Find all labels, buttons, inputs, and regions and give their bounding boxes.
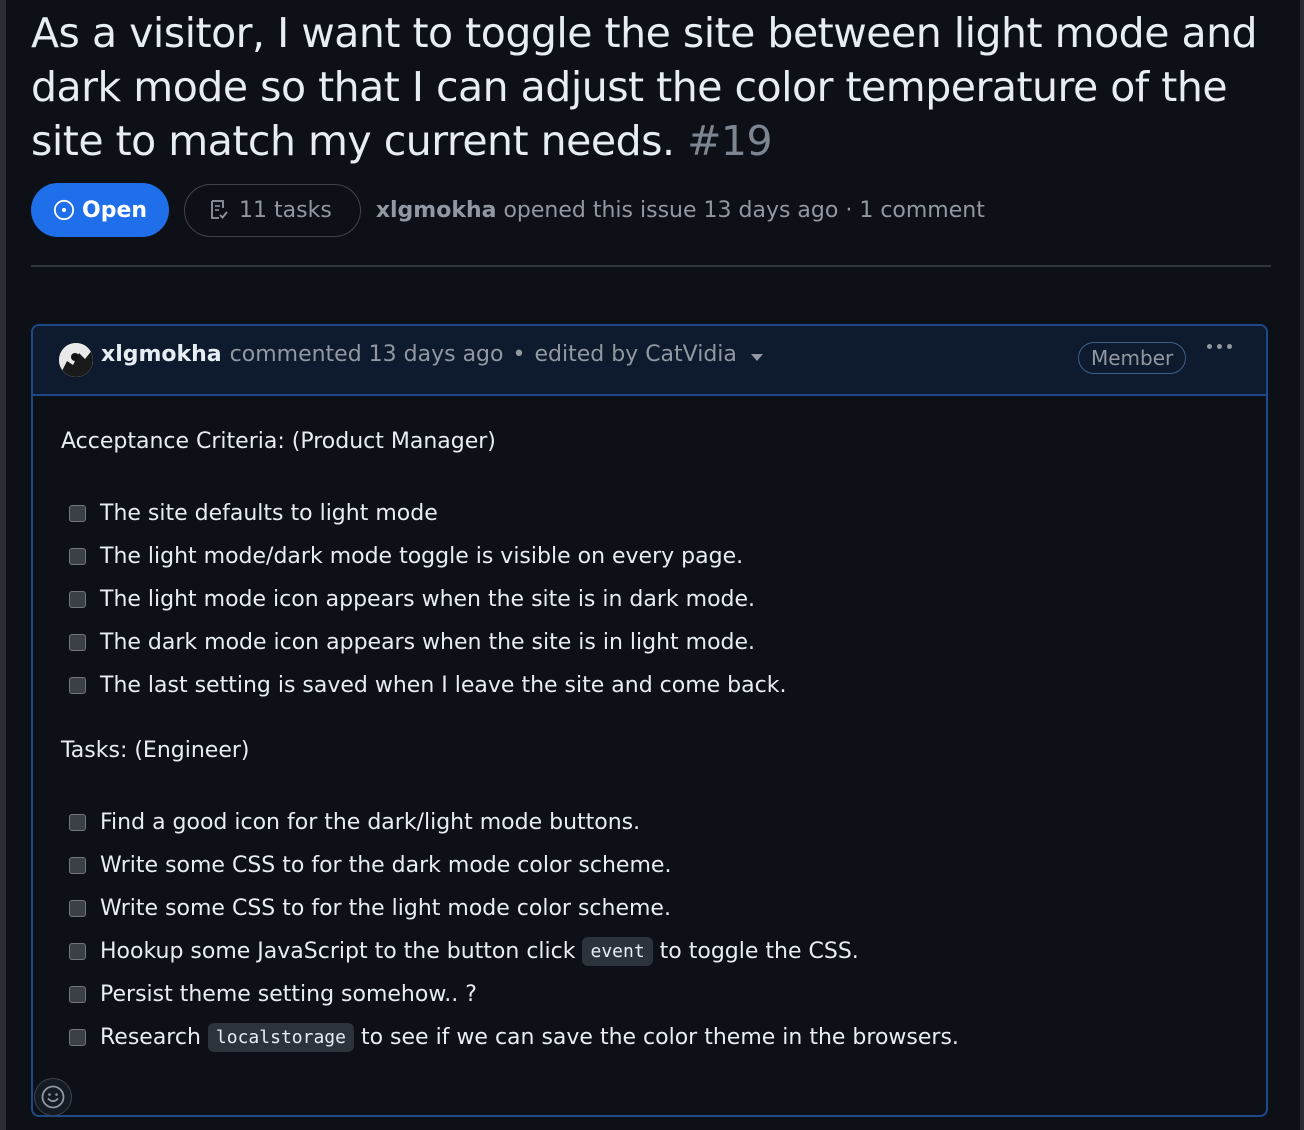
comment-header-text: xlgmokha commented 13 days ago • edited …	[101, 342, 763, 367]
task-item: Find a good icon for the dark/light mode…	[61, 801, 1241, 844]
task-text: Write some CSS to for the light mode col…	[100, 896, 671, 921]
issue-opened-meta: xlgmokha opened this issue 13 days ago ·…	[376, 198, 985, 223]
task-item: Persist theme setting somehow.. ?	[61, 973, 1241, 1016]
task-text: Persist theme setting somehow.. ?	[100, 982, 477, 1007]
task-text-before: Hookup some JavaScript to the button cli…	[100, 939, 576, 964]
task-item: Write some CSS to for the light mode col…	[61, 887, 1241, 930]
comment-count-link[interactable]: 1 comment	[859, 198, 985, 223]
issue-title-text: As a visitor, I want to toggle the site …	[31, 9, 1258, 165]
acceptance-criteria-list: The site defaults to light mode The ligh…	[61, 492, 1241, 707]
task-checkbox[interactable]	[69, 591, 86, 608]
task-text: The last setting is saved when I leave t…	[100, 673, 787, 698]
task-checkbox[interactable]	[69, 677, 86, 694]
issue-title: As a visitor, I want to toggle the site …	[31, 6, 1281, 168]
task-item: Hookup some JavaScript to the button cli…	[61, 930, 1241, 973]
comment-timestamp[interactable]: commented 13 days ago	[230, 342, 504, 367]
issue-meta-row: Open 11 tasks xlgmokha opened this issue…	[31, 182, 985, 238]
task-item: The dark mode icon appears when the site…	[61, 621, 1241, 664]
header-divider	[31, 265, 1271, 267]
task-item: Write some CSS to for the dark mode colo…	[61, 844, 1241, 887]
task-checkbox[interactable]	[69, 634, 86, 651]
comment-header: xlgmokha commented 13 days ago • edited …	[33, 326, 1266, 396]
window-right-edge	[1300, 0, 1304, 1130]
smiley-icon	[41, 1085, 65, 1109]
issue-author-link[interactable]: xlgmokha	[376, 198, 497, 223]
task-checkbox[interactable]	[69, 814, 86, 831]
task-item: The light mode icon appears when the sit…	[61, 578, 1241, 621]
header-separator: •	[512, 342, 526, 367]
add-reaction-button[interactable]	[34, 1078, 72, 1116]
tasks-summary-label: 11 tasks	[239, 197, 332, 223]
task-item: The last setting is saved when I leave t…	[61, 664, 1241, 707]
role-badge: Member	[1078, 342, 1187, 374]
task-checkbox[interactable]	[69, 548, 86, 565]
kebab-horizontal-icon[interactable]	[1207, 344, 1232, 349]
task-text: The site defaults to light mode	[100, 501, 438, 526]
task-checkbox[interactable]	[69, 857, 86, 874]
task-checkbox[interactable]	[69, 1029, 86, 1046]
inline-code: localstorage	[207, 1023, 354, 1052]
section-heading: Tasks: (Engineer)	[61, 738, 250, 763]
task-item: The light mode/dark mode toggle is visib…	[61, 535, 1241, 578]
engineer-tasks-list: Find a good icon for the dark/light mode…	[61, 801, 1241, 1059]
chevron-down-icon[interactable]	[750, 354, 763, 361]
comment-body: Acceptance Criteria: (Product Manager) T…	[61, 426, 1241, 1059]
task-item: Research localstorage to see if we can sav…	[61, 1016, 1241, 1059]
avatar-image	[59, 343, 93, 377]
task-text-after: to toggle the CSS.	[659, 939, 859, 964]
task-text: The light mode icon appears when the sit…	[100, 587, 756, 612]
issue-comment: xlgmokha commented 13 days ago • edited …	[31, 324, 1268, 1117]
task-checkbox[interactable]	[69, 943, 86, 960]
avatar[interactable]	[59, 343, 93, 377]
task-text: Find a good icon for the dark/light mode…	[100, 810, 641, 835]
issue-state-label: Open	[82, 197, 148, 223]
task-checkbox[interactable]	[69, 505, 86, 522]
meta-separator: ·	[845, 197, 853, 223]
task-text: The light mode/dark mode toggle is visib…	[100, 544, 744, 569]
task-text: The dark mode icon appears when the site…	[100, 630, 756, 655]
issue-number: #19	[687, 117, 773, 165]
comment-author-link[interactable]: xlgmokha	[101, 342, 222, 367]
task-item: The site defaults to light mode	[61, 492, 1241, 535]
inline-code: event	[582, 937, 653, 966]
section-heading: Acceptance Criteria: (Product Manager)	[61, 429, 496, 454]
tasks-summary-pill[interactable]: 11 tasks	[184, 183, 361, 237]
window-left-edge	[0, 0, 6, 1130]
task-checkbox[interactable]	[69, 900, 86, 917]
task-text: Write some CSS to for the dark mode colo…	[100, 853, 672, 878]
issue-state-badge: Open	[31, 183, 170, 237]
task-checkbox[interactable]	[69, 986, 86, 1003]
issue-open-icon	[53, 199, 75, 221]
task-text-after: to see if we can save the color theme in…	[360, 1025, 959, 1050]
edited-by-dropdown[interactable]: edited by CatVidia	[534, 342, 736, 367]
checklist-icon	[211, 200, 228, 219]
task-text-before: Research	[100, 1025, 201, 1050]
issue-opened-text: opened this issue 13 days ago	[503, 197, 839, 223]
